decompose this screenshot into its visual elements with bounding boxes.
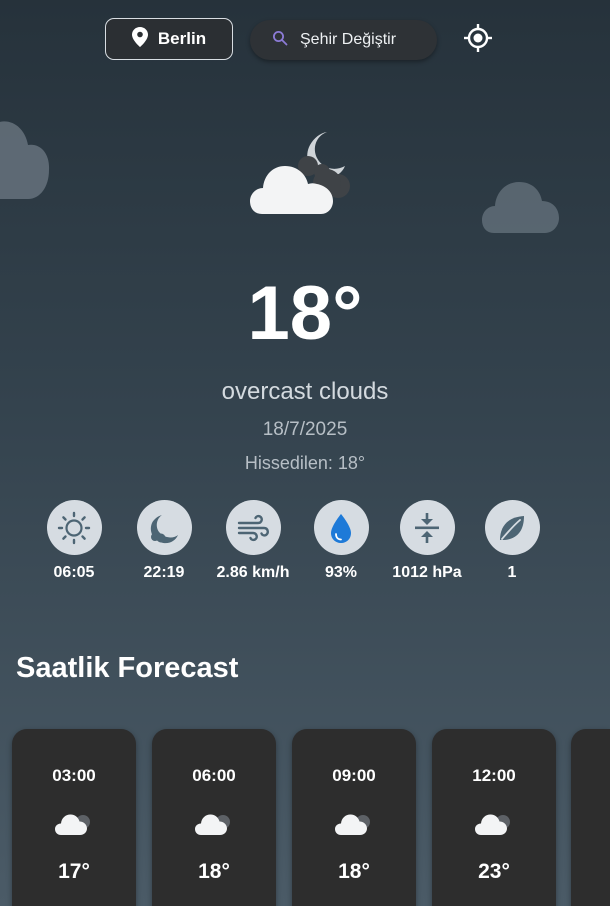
current-temperature: 18° [247,271,363,356]
feels-like: Hissedilen: 18° [244,453,366,473]
background-cloud-icon [0,121,50,199]
cloud-moon-icon [250,132,350,214]
uv-stat: 1 [457,500,567,582]
hourly-time: 12:00 [472,766,516,785]
hourly-time: 06:00 [192,766,236,785]
hourly-time: 09:00 [332,766,376,785]
sunset-moon-icon [136,500,192,555]
weather-description: overcast clouds [221,378,389,405]
hourly-temp: 18° [338,860,370,883]
hourly-card[interactable]: 06:00 18° [152,729,276,906]
hourly-card[interactable]: 09:00 18° [292,729,416,906]
humidity-drop-icon [313,500,369,555]
city-name: Berlin [157,29,207,48]
current-location-button[interactable] [460,22,496,58]
change-city-button[interactable]: Şehir Değiştir [250,20,437,60]
cloud-icon [475,814,510,835]
hourly-card[interactable]: 03:00 17° [12,729,136,906]
hourly-card[interactable]: 12:00 23° [432,729,556,906]
background-cloud-icon [482,182,559,233]
hourly-time: 03:00 [52,766,96,785]
hourly-temp: 17° [58,860,90,883]
hourly-temp: 23° [478,860,510,883]
uv-value: 1 [507,564,517,581]
hourly-temp: 18° [198,860,230,883]
cloud-icon [55,814,90,835]
cloud-icon [195,814,230,835]
city-button[interactable]: Berlin [105,18,233,60]
leaf-icon [484,500,540,555]
current-date: 18/7/2025 [262,419,348,440]
pressure-icon [399,500,455,555]
sunrise-sun-icon [46,500,102,555]
cloud-icon [335,814,370,835]
wind-icon [225,500,281,555]
gps-target-icon [463,23,493,58]
location-pin-icon [131,26,148,52]
hourly-card-partial[interactable] [571,729,610,906]
top-bar: Berlin Şehir Değiştir [0,18,610,62]
search-icon [272,30,288,51]
hourly-forecast-title: Saatlik Forecast [16,652,239,684]
change-city-label: Şehir Değiştir [300,31,397,48]
